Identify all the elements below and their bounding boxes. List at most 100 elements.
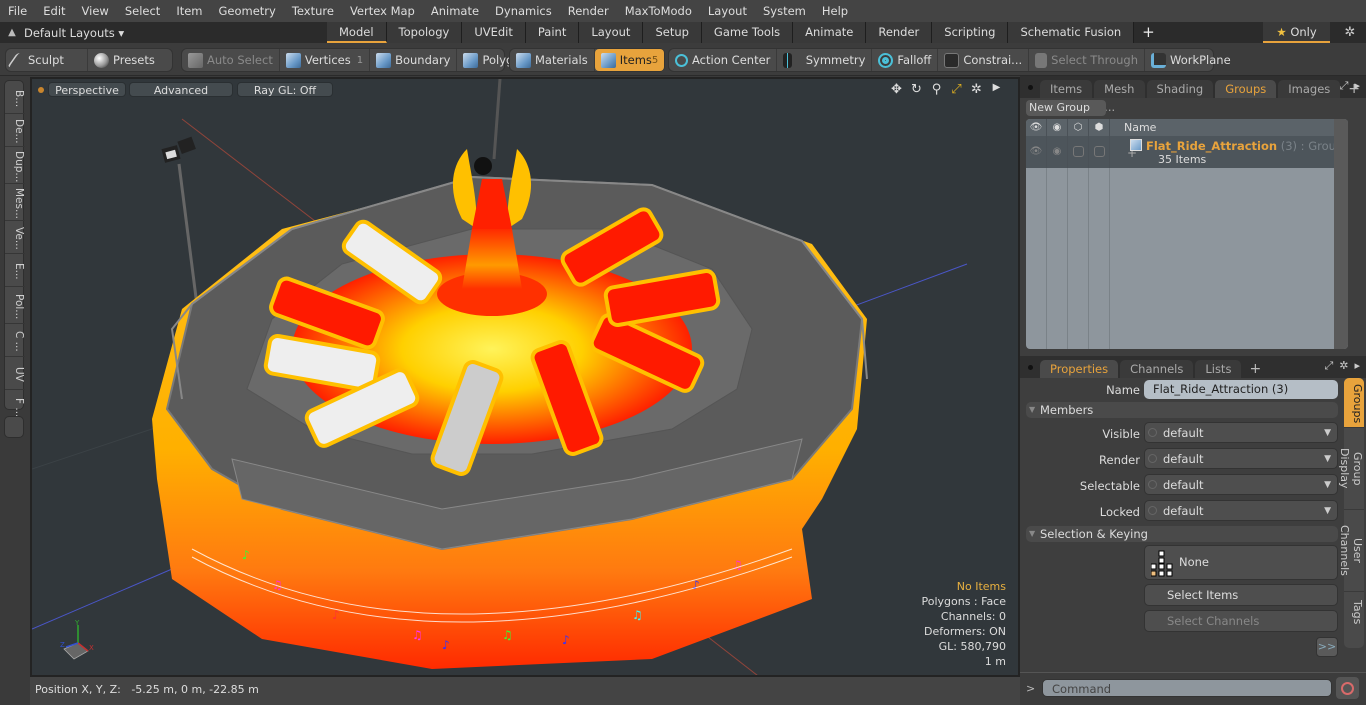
expand-arrow-icon[interactable]: ▶ [989,82,1004,97]
tab-schematic-fusion[interactable]: Schematic Fusion [1008,22,1135,43]
tab-properties[interactable]: Properties [1040,360,1119,378]
view-mode-button[interactable]: Perspective [48,82,126,97]
tool-tab-duplicate[interactable]: Dup... [5,147,25,184]
add-properties-tab-icon[interactable]: + [1243,360,1267,378]
menu-item[interactable]: Item [168,0,210,22]
lock-column-icon[interactable]: ⬡ [1068,119,1089,136]
more-button[interactable]: >> [1316,637,1338,657]
materials-button[interactable]: Materials [510,49,595,71]
tool-tab-deform[interactable]: De... [5,114,25,147]
menu-vertex-map[interactable]: Vertex Map [342,0,423,22]
visible-dropdown[interactable]: default ▼ [1144,422,1338,443]
side-tab-group-display[interactable]: Group Display [1338,428,1364,510]
properties-arrow-icon[interactable]: ▸ [1354,359,1360,373]
tab-paint[interactable]: Paint [525,22,580,43]
properties-menu-dot[interactable] [1028,365,1033,370]
menu-render[interactable]: Render [560,0,617,22]
panel-arrow-icon[interactable]: ▸ [1354,79,1360,93]
menu-animate[interactable]: Animate [423,0,487,22]
group-select-toggle[interactable] [1089,136,1110,168]
name-field[interactable]: Flat_Ride_Attraction (3) [1144,380,1338,399]
viewport-gear-icon[interactable]: ✲ [969,82,984,97]
menu-edit[interactable]: Edit [35,0,73,22]
tab-model[interactable]: Model [327,22,387,43]
record-macro-button[interactable] [1336,677,1359,699]
tab-images[interactable]: Images [1278,80,1341,98]
members-section[interactable]: ▼ Members [1026,402,1338,418]
tab-scripting[interactable]: Scripting [932,22,1009,43]
menu-maxtomodo[interactable]: MaxToModo [617,0,700,22]
group-visibility-toggle[interactable]: 👁 [1026,136,1047,168]
menu-layout[interactable]: Layout [700,0,755,22]
menu-file[interactable]: File [0,0,35,22]
tab-setup[interactable]: Setup [643,22,702,43]
3d-viewport[interactable]: ♪ ♫ ♪ ♫ ♪ ♫ ♪ ♫ ♪ ♫ Perspective Advanced Ray … [30,77,1020,677]
only-toggle[interactable]: ★ Only [1263,22,1330,43]
boundary-button[interactable]: Boundary [370,49,458,71]
collapse-up-icon[interactable]: ▲ [0,27,24,38]
tab-channels[interactable]: Channels [1120,360,1194,378]
panel-menu-dot[interactable] [1028,85,1033,90]
select-column-icon[interactable]: ⬢ [1089,119,1110,136]
auto-select-button[interactable]: Auto Select [182,49,280,71]
add-tab-icon[interactable]: + [1134,22,1163,43]
select-channels-button[interactable]: Select Channels [1144,610,1338,632]
menu-help[interactable]: Help [814,0,856,22]
layouts-dropdown[interactable]: Default Layouts ▾ [24,26,324,40]
tab-animate[interactable]: Animate [793,22,867,43]
command-input[interactable]: Command [1042,679,1332,697]
tab-shading[interactable]: Shading [1146,80,1214,98]
action-center-button[interactable]: Action Center [669,49,778,71]
pan-icon[interactable]: ✥ [889,82,904,97]
selectable-dropdown[interactable]: default ▼ [1144,474,1338,495]
falloff-button[interactable]: Falloff [872,49,939,71]
group-render-toggle[interactable]: ◉ [1047,136,1068,168]
fit-view-icon[interactable]: ⤢ [949,82,964,97]
sculpt-button[interactable]: Sculpt [6,49,88,71]
tab-topology[interactable]: Topology [386,22,463,43]
properties-gear-icon[interactable]: ✲ [1339,359,1348,373]
workplane-button[interactable]: WorkPlane [1145,49,1237,71]
constraints-button[interactable]: Constrai... [938,49,1030,71]
visibility-column-icon[interactable]: 👁 [1026,119,1047,136]
side-tab-user-channels[interactable]: User Channels [1338,510,1364,592]
vertices-button[interactable]: Vertices 1 [280,49,371,71]
items-button[interactable]: Items 5 [594,49,665,71]
shading-mode-button[interactable]: Advanced [129,82,233,97]
tab-lists[interactable]: Lists [1195,360,1242,378]
rotate-icon[interactable]: ↻ [909,82,924,97]
render-dropdown[interactable]: default ▼ [1144,448,1338,469]
side-tab-groups[interactable]: Groups [1344,378,1364,428]
tab-uvedit[interactable]: UVEdit [462,22,526,43]
gear-icon[interactable]: ✲ [1340,22,1360,43]
maximize-icon[interactable]: ⤢ [1340,79,1349,93]
tool-tab-mesh-edit[interactable]: Mes... [5,184,25,221]
tab-render[interactable]: Render [866,22,933,43]
tool-tab-curve[interactable]: C ... [5,324,25,357]
tab-mesh[interactable]: Mesh ... [1094,80,1145,114]
tool-tab-basic[interactable]: B... [5,81,25,114]
viewport-menu-dot[interactable] [38,87,44,93]
select-through-button[interactable]: Select Through [1029,49,1145,71]
group-lock-toggle[interactable] [1068,136,1089,168]
new-group-button[interactable]: New Group [1026,100,1106,116]
tool-tab-extra[interactable] [4,416,24,438]
menu-select[interactable]: Select [117,0,168,22]
tab-items[interactable]: Items [1040,80,1093,98]
tab-game-tools[interactable]: Game Tools [701,22,794,43]
menu-system[interactable]: System [755,0,814,22]
tool-tab-uv[interactable]: UV [5,357,25,390]
zoom-icon[interactable]: ⚲ [929,82,944,97]
properties-maximize-icon[interactable]: ⤢ [1324,359,1333,373]
symmetry-button[interactable]: Symmetry [777,49,873,71]
select-items-button[interactable]: Select Items [1144,584,1338,606]
tool-tab-polygon[interactable]: Pol... [5,287,25,324]
tool-tab-edge[interactable]: E... [5,254,25,287]
presets-button[interactable]: Presets [88,49,161,71]
locked-dropdown[interactable]: default ▼ [1144,500,1338,521]
side-tab-tags[interactable]: Tags [1344,592,1364,632]
tab-layout[interactable]: Layout [579,22,644,43]
raygl-button[interactable]: Ray GL: Off [237,82,333,97]
tool-tab-vertex[interactable]: Ve... [5,221,25,254]
menu-geometry[interactable]: Geometry [211,0,284,22]
